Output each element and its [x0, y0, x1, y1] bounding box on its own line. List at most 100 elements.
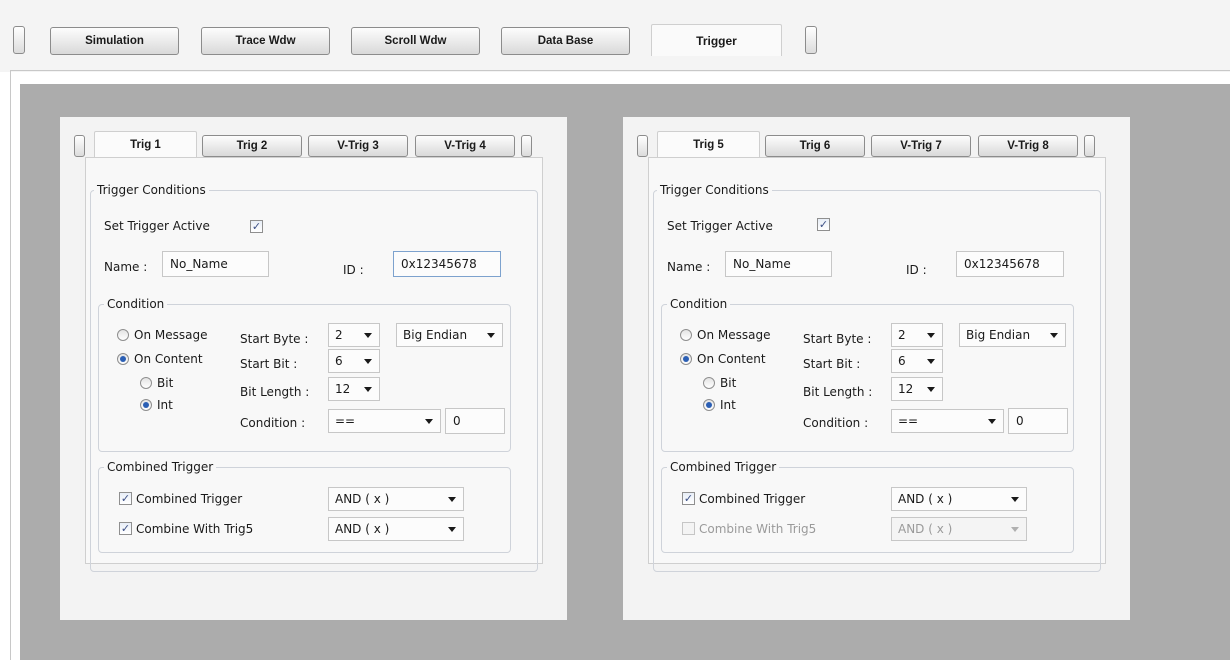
int-radio[interactable] [703, 399, 715, 411]
condition-op-value: == [335, 414, 356, 428]
start-byte-select[interactable]: 2 [328, 323, 380, 347]
combine-with-value: AND ( x ) [898, 522, 953, 536]
subtab-scroll-right[interactable] [1084, 135, 1095, 157]
bit-length-label: Bit Length : [803, 385, 873, 399]
combined-trigger-value: AND ( x ) [335, 492, 390, 506]
condition-legend: Condition [667, 297, 731, 311]
chevron-down-icon [448, 527, 456, 532]
set-trigger-active-checkbox[interactable]: ✓ [817, 218, 830, 231]
chevron-down-icon [1011, 497, 1019, 502]
name-label: Name : [104, 260, 148, 274]
int-label: Int [157, 398, 173, 412]
start-bit-value: 6 [335, 354, 343, 368]
on-message-label: On Message [697, 328, 771, 342]
endian-value: Big Endian [966, 328, 1031, 342]
bit-radio[interactable] [140, 377, 152, 389]
subtab-trig-2[interactable]: Trig 2 [202, 135, 302, 157]
combine-with-label: Combine With Trig5 [699, 522, 817, 536]
chevron-down-icon [927, 387, 935, 392]
tab-scroll-right[interactable] [805, 26, 817, 54]
on-message-radio[interactable] [680, 329, 692, 341]
chevron-down-icon [487, 333, 495, 338]
bit-radio[interactable] [703, 377, 715, 389]
start-byte-label: Start Byte : [240, 332, 309, 346]
bit-length-value: 12 [335, 382, 351, 396]
tab-simulation[interactable]: Simulation [50, 27, 179, 55]
endian-select[interactable]: Big Endian [396, 323, 503, 347]
set-trigger-active-label: Set Trigger Active [667, 219, 773, 233]
subtab-trig-6[interactable]: Trig 6 [765, 135, 865, 157]
bit-label: Bit [720, 376, 737, 390]
id-input[interactable]: 0x12345678 [393, 251, 501, 277]
start-bit-select[interactable]: 6 [891, 349, 943, 373]
combine-with-checkbox[interactable]: ✓ [119, 522, 132, 535]
chevron-down-icon [364, 333, 372, 338]
trigger-panel-right: Trig 5 Trig 6 V-Trig 7 V-Trig 8 Trigger … [623, 117, 1130, 620]
condition-value-input[interactable]: 0 [445, 408, 505, 434]
on-content-radio[interactable] [117, 353, 129, 365]
combine-with-checkbox[interactable] [682, 522, 695, 535]
chevron-down-icon [448, 497, 456, 502]
tab-trace-wdw[interactable]: Trace Wdw [201, 27, 330, 55]
subtab-scroll-left[interactable] [637, 135, 648, 157]
condition-op-select[interactable]: == [891, 409, 1004, 433]
id-label: ID : [906, 263, 927, 277]
subtab-v-trig-7[interactable]: V-Trig 7 [871, 135, 971, 157]
main-tab-bar: Simulation Trace Wdw Scroll Wdw Data Bas… [0, 0, 1230, 72]
id-input[interactable]: 0x12345678 [956, 251, 1064, 277]
tab-scroll-left[interactable] [13, 26, 25, 54]
combined-trigger-select[interactable]: AND ( x ) [891, 487, 1027, 511]
trigger-panel-left: Trig 1 Trig 2 V-Trig 3 V-Trig 4 Trigger … [60, 117, 567, 620]
name-input[interactable]: No_Name [725, 251, 832, 277]
chevron-down-icon [988, 419, 996, 424]
endian-select[interactable]: Big Endian [959, 323, 1066, 347]
chevron-down-icon [1011, 527, 1019, 532]
combined-trigger-checkbox[interactable]: ✓ [682, 492, 695, 505]
tab-data-base[interactable]: Data Base [501, 27, 630, 55]
endian-value: Big Endian [403, 328, 468, 342]
start-bit-value: 6 [898, 354, 906, 368]
condition-value-input[interactable]: 0 [1008, 408, 1068, 434]
subtab-trig-1[interactable]: Trig 1 [94, 131, 197, 157]
subtab-v-trig-3[interactable]: V-Trig 3 [308, 135, 408, 157]
bit-length-select[interactable]: 12 [891, 377, 943, 401]
bit-label: Bit [157, 376, 174, 390]
combined-trigger-checkbox[interactable]: ✓ [119, 492, 132, 505]
combined-trigger-legend: Combined Trigger [104, 460, 217, 474]
combined-trigger-label: Combined Trigger [136, 492, 243, 506]
subtab-scroll-right[interactable] [521, 135, 532, 157]
condition-op-label: Condition : [803, 416, 869, 430]
int-radio[interactable] [140, 399, 152, 411]
condition-op-label: Condition : [240, 416, 306, 430]
bit-length-select[interactable]: 12 [328, 377, 380, 401]
combined-trigger-select[interactable]: AND ( x ) [328, 487, 464, 511]
subtab-trig-5[interactable]: Trig 5 [657, 131, 760, 157]
chevron-down-icon [425, 419, 433, 424]
start-byte-value: 2 [898, 328, 906, 342]
tab-bar-divider [10, 70, 1230, 71]
tab-scroll-wdw[interactable]: Scroll Wdw [351, 27, 480, 55]
on-content-label: On Content [134, 352, 203, 366]
subtab-v-trig-8[interactable]: V-Trig 8 [978, 135, 1078, 157]
bit-length-label: Bit Length : [240, 385, 310, 399]
on-message-radio[interactable] [117, 329, 129, 341]
on-message-label: On Message [134, 328, 208, 342]
combined-trigger-value: AND ( x ) [898, 492, 953, 506]
set-trigger-active-checkbox[interactable]: ✓ [250, 220, 263, 233]
combine-with-value: AND ( x ) [335, 522, 390, 536]
start-bit-label: Start Bit : [240, 357, 298, 371]
condition-op-select[interactable]: == [328, 409, 441, 433]
chevron-down-icon [927, 359, 935, 364]
start-byte-select[interactable]: 2 [891, 323, 943, 347]
id-label: ID : [343, 263, 364, 277]
combine-with-select[interactable]: AND ( x ) [328, 517, 464, 541]
set-trigger-active-label: Set Trigger Active [104, 219, 210, 233]
name-input[interactable]: No_Name [162, 251, 269, 277]
name-label: Name : [667, 260, 711, 274]
start-bit-select[interactable]: 6 [328, 349, 380, 373]
on-content-radio[interactable] [680, 353, 692, 365]
subtab-v-trig-4[interactable]: V-Trig 4 [415, 135, 515, 157]
subtab-scroll-left[interactable] [74, 135, 85, 157]
tab-trigger[interactable]: Trigger [651, 24, 782, 56]
combine-with-select[interactable]: AND ( x ) [891, 517, 1027, 541]
